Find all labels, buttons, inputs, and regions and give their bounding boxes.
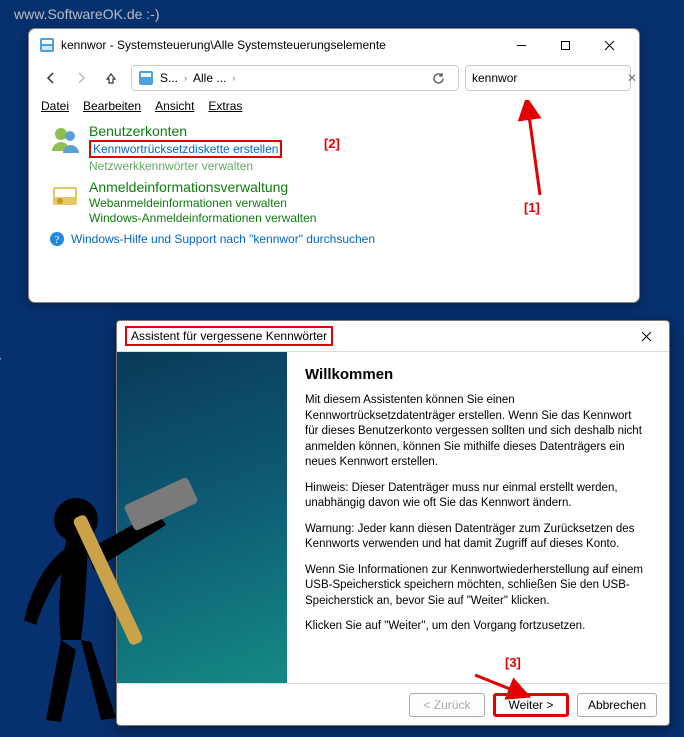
link-manage-network-passwords[interactable]: Netzwerkkennwörter verwalten xyxy=(89,159,282,173)
annotation-arrow-1 xyxy=(500,100,560,200)
annotation-arrow-3 xyxy=(470,665,540,715)
close-button[interactable] xyxy=(629,324,663,348)
breadcrumb-item[interactable]: Alle ... xyxy=(193,71,226,85)
wizard-paragraph: Wenn Sie Informationen zur Kennwortwiede… xyxy=(305,563,647,610)
watermark: www.SoftwareOK.de :-) xyxy=(14,6,160,22)
maximize-button[interactable] xyxy=(543,31,587,59)
chevron-right-icon: › xyxy=(184,73,187,83)
wizard-heading: Willkommen xyxy=(305,366,647,383)
menu-file[interactable]: Datei xyxy=(41,99,69,113)
credential-manager-icon xyxy=(49,179,81,211)
menu-edit[interactable]: Bearbeiten xyxy=(83,99,141,113)
nav-up-button[interactable] xyxy=(97,64,125,92)
search-input[interactable] xyxy=(472,71,627,85)
clear-search-icon[interactable]: ✕ xyxy=(627,71,637,85)
help-link[interactable]: Windows-Hilfe und Support nach "kennwor"… xyxy=(71,232,375,246)
user-accounts-icon xyxy=(49,123,81,155)
menu-extras[interactable]: Extras xyxy=(208,99,242,113)
result-heading[interactable]: Anmeldeinformationsverwaltung xyxy=(89,179,316,195)
nav-back-button[interactable] xyxy=(37,64,65,92)
cancel-button[interactable]: Abbrechen xyxy=(577,693,657,717)
wizard-paragraph: Klicken Sie auf "Weiter", um den Vorgang… xyxy=(305,619,647,635)
wizard-sidebar-image xyxy=(117,352,287,683)
wizard-title: Assistent für vergessene Kennwörter xyxy=(125,326,333,346)
menu-view[interactable]: Ansicht xyxy=(155,99,194,113)
titlebar[interactable]: kennwor - Systemsteuerung\Alle Systemste… xyxy=(29,29,639,61)
forgotten-password-wizard: Assistent für vergessene Kennwörter Will… xyxy=(116,320,670,726)
wizard-footer: < Zurück Weiter > Abbrechen xyxy=(117,683,669,725)
address-bar-row: S... › Alle ... › ✕ xyxy=(29,61,639,95)
search-box[interactable]: ✕ xyxy=(465,65,631,91)
close-button[interactable] xyxy=(587,31,631,59)
help-icon: ? xyxy=(49,231,65,247)
refresh-button[interactable] xyxy=(424,65,452,91)
wizard-content: Willkommen Mit diesem Assistenten können… xyxy=(287,352,669,683)
link-windows-credentials[interactable]: Windows-Anmeldeinformationen verwalten xyxy=(89,211,316,225)
result-heading[interactable]: Benutzerkonten xyxy=(89,123,282,139)
svg-text:?: ? xyxy=(55,234,60,246)
control-panel-icon xyxy=(138,70,154,86)
window-title: kennwor - Systemsteuerung\Alle Systemste… xyxy=(61,38,499,52)
link-web-credentials[interactable]: Webanmeldeinformationen verwalten xyxy=(89,196,316,210)
minimize-button[interactable] xyxy=(499,31,543,59)
control-panel-icon xyxy=(39,37,55,53)
wizard-paragraph: Hinweis: Dieser Datenträger muss nur ein… xyxy=(305,481,647,512)
chevron-right-icon: › xyxy=(232,73,235,83)
wizard-paragraph: Warnung: Jeder kann diesen Datenträger z… xyxy=(305,522,647,553)
wizard-titlebar[interactable]: Assistent für vergessene Kennwörter xyxy=(117,321,669,351)
annotation-1: [1] xyxy=(524,200,540,215)
nav-forward-button[interactable] xyxy=(67,64,95,92)
breadcrumb-item[interactable]: S... xyxy=(160,71,178,85)
help-search-row[interactable]: ? Windows-Hilfe und Support nach "kennwo… xyxy=(49,231,623,247)
link-create-reset-disk[interactable]: Kennwortrücksetzdiskette erstellen xyxy=(93,142,278,156)
watermark: www.SoftwareOK.de :-) xyxy=(0,355,1,501)
breadcrumb[interactable]: S... › Alle ... › xyxy=(131,65,459,91)
annotation-2: [2] xyxy=(324,136,340,151)
wizard-paragraph: Mit diesem Assistenten können Sie einen … xyxy=(305,393,647,471)
